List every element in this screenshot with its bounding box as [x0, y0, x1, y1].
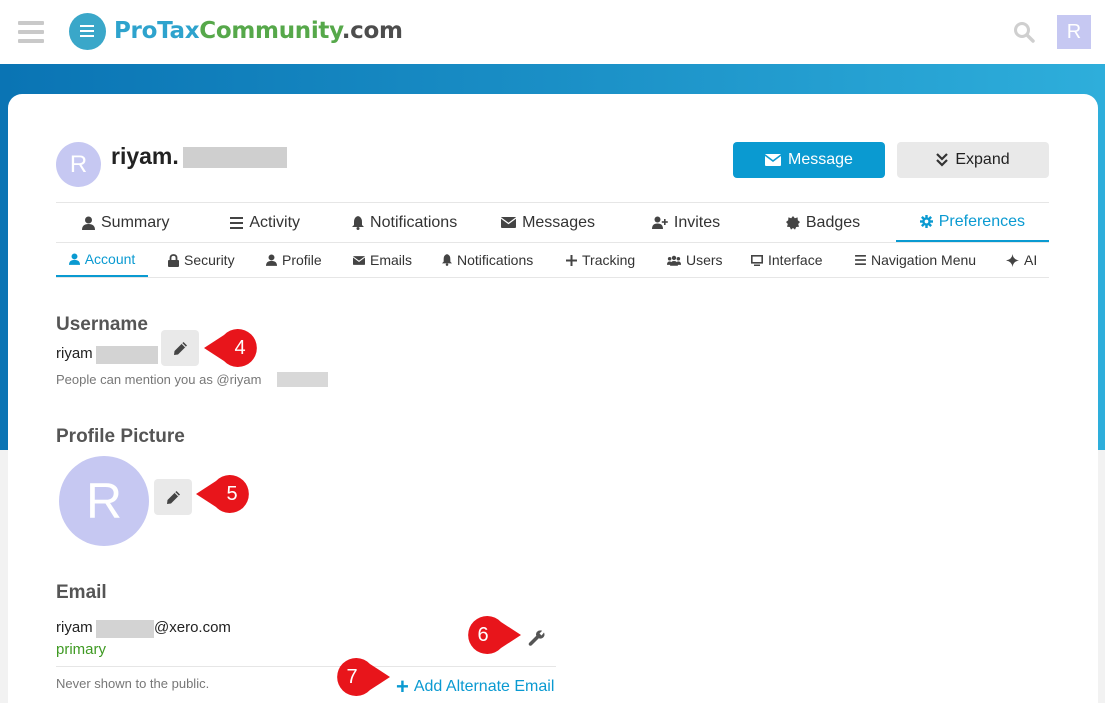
- profile-card: [8, 94, 1098, 703]
- logo-bubble-icon: [69, 12, 106, 50]
- users-icon: [667, 255, 681, 266]
- primary-label: primary: [56, 641, 107, 658]
- subtab-tracking[interactable]: Tracking: [566, 243, 667, 277]
- profile-name: riyam.: [111, 143, 179, 169]
- envelope-icon: [501, 217, 517, 228]
- subtab-ai[interactable]: AI: [1006, 243, 1046, 277]
- profile-picture-avatar: R: [59, 456, 149, 546]
- email-value-prefix: riyam: [56, 619, 93, 636]
- email-hint: Never shown to the public.: [56, 676, 210, 691]
- edit-profile-picture-button[interactable]: [154, 479, 192, 515]
- profile-picture-title: Profile Picture: [56, 426, 185, 447]
- list-icon: [855, 255, 866, 265]
- divider: [56, 666, 556, 667]
- add-alternate-email-link[interactable]: + Add Alternate Email: [396, 676, 554, 698]
- chevron-double-down-icon: [936, 153, 949, 167]
- sub-tabs: Account Security Profile Emails Notifica…: [56, 243, 1049, 277]
- user-avatar[interactable]: R: [1057, 15, 1091, 49]
- subtab-notifications[interactable]: Notifications: [442, 243, 566, 277]
- site-logo[interactable]: ProTaxCommunity.com: [69, 10, 403, 52]
- pencil-icon: [166, 490, 180, 504]
- redacted-mention: [277, 372, 328, 387]
- user-icon: [68, 253, 80, 265]
- logo-text: ProTaxCommunity.com: [114, 18, 403, 44]
- top-header: ProTaxCommunity.com R: [0, 0, 1105, 64]
- callout-6: 6: [461, 615, 521, 655]
- subtab-navigation-menu[interactable]: Navigation Menu: [855, 243, 1006, 277]
- envelope-icon: [765, 154, 782, 166]
- callout-4: 4: [204, 328, 264, 368]
- gear-icon: [919, 215, 933, 228]
- username-hint: People can mention you as @riyam: [56, 372, 262, 387]
- subtab-users[interactable]: Users: [667, 243, 751, 277]
- email-title: Email: [56, 582, 107, 603]
- user-icon: [266, 254, 277, 266]
- bell-icon: [442, 254, 452, 266]
- user-plus-icon: [651, 216, 668, 229]
- edit-username-button[interactable]: [161, 330, 199, 366]
- main-tabs: Summary Activity Notifications Messages …: [56, 203, 1049, 242]
- user-icon: [82, 216, 95, 230]
- envelope-icon: [353, 255, 365, 265]
- email-value-suffix: @xero.com: [154, 619, 231, 636]
- lock-icon: [168, 253, 179, 267]
- message-button[interactable]: Message: [733, 142, 885, 178]
- hamburger-menu-icon[interactable]: [18, 21, 44, 43]
- wrench-icon[interactable]: [528, 629, 546, 647]
- subtab-account[interactable]: Account: [56, 243, 148, 277]
- subtab-interface[interactable]: Interface: [751, 243, 855, 277]
- expand-button[interactable]: Expand: [897, 142, 1049, 178]
- tab-messages[interactable]: Messages: [474, 203, 621, 242]
- subtab-emails[interactable]: Emails: [353, 243, 442, 277]
- plus-icon: +: [396, 674, 409, 699]
- tab-badges[interactable]: Badges: [750, 203, 895, 242]
- badge-icon: [785, 215, 800, 230]
- divider: [56, 277, 1049, 278]
- plus-icon: [566, 254, 577, 266]
- tab-activity[interactable]: Activity: [195, 203, 334, 242]
- tab-preferences[interactable]: Preferences: [895, 203, 1049, 242]
- bell-icon: [352, 215, 365, 230]
- callout-5: 5: [196, 474, 256, 514]
- pencil-icon: [173, 341, 187, 355]
- tab-invites[interactable]: Invites: [622, 203, 751, 242]
- monitor-icon: [751, 254, 763, 266]
- list-icon: [230, 216, 244, 229]
- redacted-username: [96, 346, 158, 364]
- subtab-security[interactable]: Security: [168, 243, 266, 277]
- subtab-profile[interactable]: Profile: [266, 243, 353, 277]
- redacted-email: [96, 620, 154, 638]
- sparkle-icon: [1006, 253, 1019, 267]
- username-title: Username: [56, 314, 148, 335]
- redacted-name: [183, 147, 287, 168]
- profile-avatar: R: [56, 142, 101, 187]
- tab-notifications[interactable]: Notifications: [335, 203, 474, 242]
- callout-7: 7: [330, 657, 390, 697]
- search-icon[interactable]: [1013, 21, 1035, 43]
- username-value: riyam: [56, 345, 93, 362]
- tab-summary[interactable]: Summary: [56, 203, 195, 242]
